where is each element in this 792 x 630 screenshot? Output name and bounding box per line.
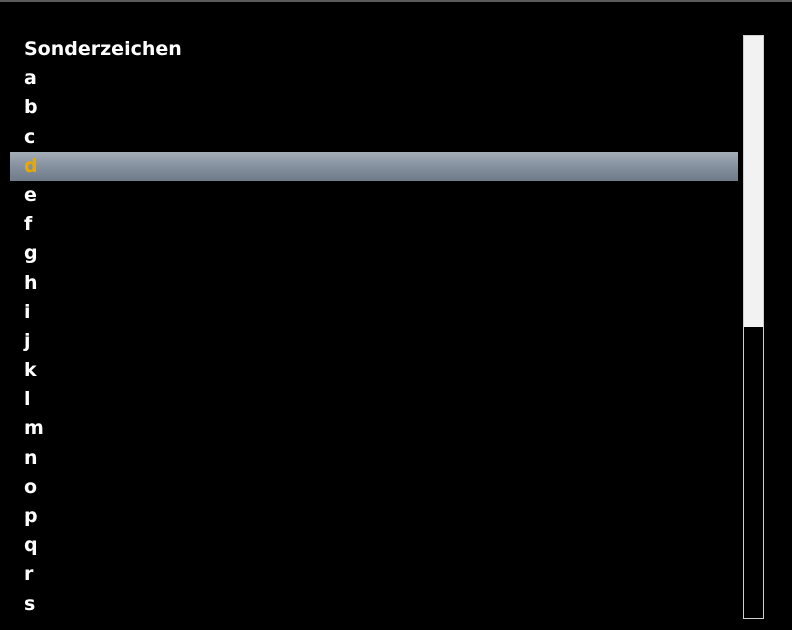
list-item-label: c — [24, 125, 36, 148]
list-item-label: j — [24, 329, 31, 352]
list-item-label: n — [24, 446, 38, 469]
list-item-e[interactable]: e — [10, 181, 738, 210]
list-item-label: p — [24, 505, 38, 527]
list-item-label: l — [24, 388, 31, 411]
list-item-label: h — [24, 271, 38, 294]
list-item-i[interactable]: i — [10, 298, 738, 327]
list-item-k[interactable]: k — [10, 356, 738, 385]
list-item-s[interactable]: s — [10, 590, 738, 619]
list-item-o[interactable]: o — [10, 473, 738, 502]
list-item-q[interactable]: q — [10, 531, 738, 560]
letter-list: Sonderzeichen a b c d e f g h i j k l m … — [10, 35, 738, 619]
list-item-label: m — [24, 417, 44, 440]
list-item-label: e — [24, 183, 37, 206]
list-item-label: s — [24, 592, 36, 615]
list-item-n[interactable]: n — [10, 444, 738, 473]
list-item-h[interactable]: h — [10, 269, 738, 298]
list-item-label: r — [24, 563, 34, 586]
list-item-g[interactable]: g — [10, 239, 738, 268]
scrollbar[interactable] — [743, 35, 764, 619]
list-item-label: k — [24, 359, 37, 382]
list-item-label: a — [24, 67, 37, 90]
list-item-label: d — [24, 154, 38, 177]
scrollbar-thumb[interactable] — [744, 36, 763, 327]
screen: Sonderzeichen a b c d e f g h i j k l m … — [0, 0, 792, 630]
list-item-sonderzeichen[interactable]: Sonderzeichen — [10, 35, 738, 64]
list-item-p[interactable]: p — [10, 502, 738, 531]
list-item-l[interactable]: l — [10, 385, 738, 414]
list-item-f[interactable]: f — [10, 210, 738, 239]
list-item-d[interactable]: d — [10, 151, 738, 181]
list-item-m[interactable]: m — [10, 414, 738, 443]
list-item-label: Sonderzeichen — [24, 38, 182, 60]
list-item-label: q — [24, 534, 38, 557]
list-item-r[interactable]: r — [10, 560, 738, 589]
list-item-label: b — [24, 96, 38, 119]
list-item-label: f — [24, 213, 33, 236]
list-item-label: i — [24, 300, 31, 323]
list-item-label: o — [24, 475, 38, 498]
list-item-label: g — [24, 242, 38, 265]
list-item-b[interactable]: b — [10, 93, 738, 122]
list-item-j[interactable]: j — [10, 327, 738, 356]
list-item-c[interactable]: c — [10, 123, 738, 152]
list-item-a[interactable]: a — [10, 64, 738, 93]
